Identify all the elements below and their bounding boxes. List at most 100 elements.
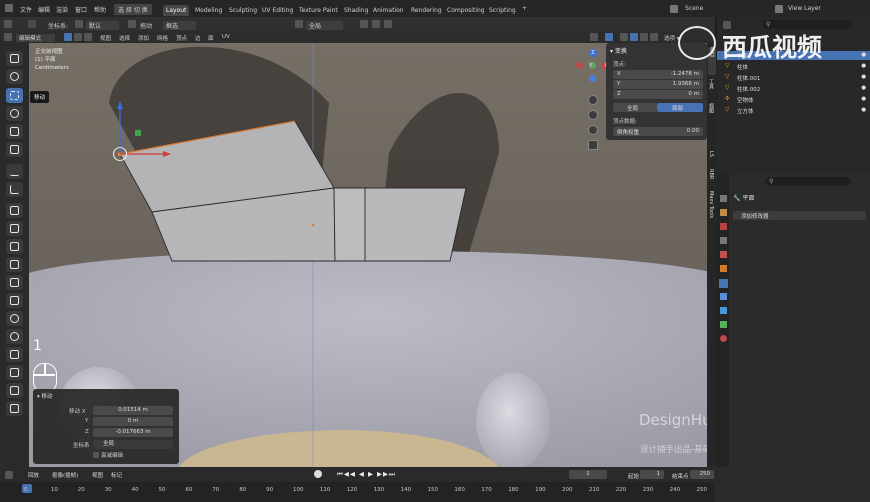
tab-tool[interactable]: 工具	[708, 79, 715, 89]
scene-icon[interactable]	[670, 5, 678, 13]
mesh-face-middle[interactable]	[333, 187, 366, 262]
menu-select[interactable]: 选择	[119, 34, 130, 42]
select-switch-tab[interactable]: 选 择 切 换	[114, 4, 152, 15]
gizmo-plane-handle[interactable]	[135, 130, 141, 136]
extrude-tool[interactable]	[6, 203, 23, 218]
menu-face[interactable]: 面	[208, 34, 214, 42]
view-layer-tab-icon[interactable]	[720, 237, 727, 244]
drag-select[interactable]: 框选	[163, 21, 197, 30]
shading-rendered-icon[interactable]	[650, 33, 658, 41]
view-layer-icon[interactable]	[775, 5, 783, 13]
move-x-field[interactable]: 0.01514 m	[93, 406, 173, 415]
bevel-tool[interactable]	[6, 239, 23, 254]
pan-hand-icon[interactable]	[588, 110, 598, 120]
eye-icon[interactable]: ●	[861, 107, 866, 113]
orientation-select[interactable]: 默认	[86, 21, 120, 30]
vertex-y-field[interactable]: Y 1.9366 m	[613, 80, 703, 89]
orientation-select-redo[interactable]: 全局	[93, 440, 173, 449]
menu-view[interactable]: 视图	[100, 34, 111, 42]
scene-tab-icon[interactable]	[720, 251, 727, 258]
editor-type-icon[interactable]	[4, 20, 12, 28]
add-workspace-button[interactable]: +	[522, 5, 527, 12]
outliner-row-cylinder-002[interactable]: ▽ 柱体.002 ●	[717, 84, 870, 93]
navigation-gizmo[interactable]: Z X Y	[576, 49, 610, 83]
menu-mesh[interactable]: 网格	[157, 34, 168, 42]
smooth-tool[interactable]	[6, 329, 23, 344]
cursor-tool[interactable]	[6, 69, 23, 84]
annotate-tool[interactable]	[6, 164, 23, 179]
record-icon[interactable]	[314, 470, 322, 478]
move-tool[interactable]	[6, 88, 23, 103]
mode-select[interactable]: 编辑模式	[16, 34, 56, 42]
timeline-editor-icon[interactable]	[5, 471, 13, 479]
eye-icon[interactable]: ●	[861, 52, 866, 58]
menu-edge[interactable]: 边	[195, 34, 201, 42]
particles-tab-icon[interactable]	[720, 293, 727, 300]
knife-tool[interactable]	[6, 275, 23, 290]
global-toggle[interactable]: 全局	[613, 103, 657, 112]
menu-keying[interactable]: 抠像(插帧)	[52, 471, 78, 479]
outliner-row-empty[interactable]: ✣ 空物体 ●	[717, 95, 870, 104]
shading-wireframe-icon[interactable]	[620, 33, 628, 41]
bevel-weight-field[interactable]: 倒角权重 0.00	[613, 127, 703, 136]
physics-tab-icon[interactable]	[720, 307, 727, 314]
workspace-tab-modeling[interactable]: Modeling	[192, 5, 225, 16]
poly-build-tool[interactable]	[6, 293, 23, 308]
shrink-fatten-tool[interactable]	[6, 365, 23, 380]
gizmo-neg-z-ball[interactable]	[589, 75, 596, 82]
tab-rbr[interactable]: RBR	[708, 169, 714, 179]
redo-title[interactable]: ▾ 移动	[37, 392, 53, 400]
output-tab-icon[interactable]	[720, 223, 727, 230]
xray-icon[interactable]	[605, 33, 613, 41]
tab-maxv-tools[interactable]: Maxv Tools	[708, 191, 714, 218]
workspace-tab-animation[interactable]: Animation	[370, 5, 407, 16]
menu-help[interactable]: 帮助	[94, 5, 106, 14]
menu-uv[interactable]: UV	[222, 34, 230, 40]
outliner-row-cylinder-001[interactable]: ▽ 柱体.001 ●	[717, 73, 870, 82]
transform-tool[interactable]	[6, 142, 23, 157]
properties-search-input[interactable]: ⚲	[765, 177, 851, 186]
view-layer-name[interactable]: View Layer	[788, 5, 821, 12]
snap-icon[interactable]	[372, 20, 380, 28]
move-y-field[interactable]: 0 m	[93, 417, 173, 426]
menu-vertex[interactable]: 顶点	[176, 34, 187, 42]
workspace-tab-layout[interactable]: Layout	[163, 5, 190, 16]
scene-name[interactable]: Scene	[685, 5, 703, 12]
select-box-tool[interactable]	[6, 51, 23, 66]
menu-render[interactable]: 渲染	[56, 5, 68, 14]
menu-add[interactable]: 添加	[138, 34, 149, 42]
camera-icon[interactable]	[588, 125, 598, 135]
render-tab-icon[interactable]	[720, 209, 727, 216]
vertex-select-icon[interactable]	[64, 33, 72, 41]
edge-select-icon[interactable]	[74, 33, 82, 41]
workspace-tab-scripting[interactable]: Scripting	[486, 5, 519, 16]
zoom-icon[interactable]	[588, 95, 598, 105]
shading-material-icon[interactable]	[640, 33, 648, 41]
menu-window[interactable]: 窗口	[75, 5, 87, 14]
measure-tool[interactable]	[6, 182, 23, 197]
tab-ls[interactable]: LS	[708, 151, 714, 157]
loop-cut-tool[interactable]	[6, 257, 23, 272]
blender-logo-icon[interactable]	[5, 4, 13, 12]
overlay-icon[interactable]	[590, 33, 598, 41]
workspace-tab-shading[interactable]: Shading	[341, 5, 371, 16]
move-tool-icon[interactable]	[28, 20, 36, 28]
pivot-icon[interactable]	[360, 20, 368, 28]
eye-icon[interactable]: ●	[861, 74, 866, 80]
object-tab-icon[interactable]	[720, 265, 727, 272]
menu-file[interactable]: 文件	[20, 5, 32, 14]
eye-icon[interactable]: ●	[861, 96, 866, 102]
menu-playback[interactable]: 回放	[28, 471, 39, 479]
tab-view[interactable]: 视图	[708, 103, 715, 113]
add-modifier-button[interactable]: 添加修改器	[733, 211, 866, 220]
end-frame-field[interactable]: 250	[690, 470, 714, 479]
workspace-tab-texture-paint[interactable]: Texture Paint	[296, 5, 341, 16]
gizmo-y-ball[interactable]: Y	[589, 62, 596, 69]
workspace-tab-uv-editing[interactable]: UV Editing	[259, 5, 296, 16]
modifier-wrench-icon[interactable]	[719, 279, 728, 288]
menu-view-tl[interactable]: 视图	[92, 471, 103, 479]
rip-region-tool[interactable]	[6, 401, 23, 416]
material-tab-icon[interactable]	[720, 335, 727, 342]
gizmo-neg-x-ball[interactable]	[576, 62, 583, 69]
workspace-tab-sculpting[interactable]: Sculpting	[226, 5, 260, 16]
